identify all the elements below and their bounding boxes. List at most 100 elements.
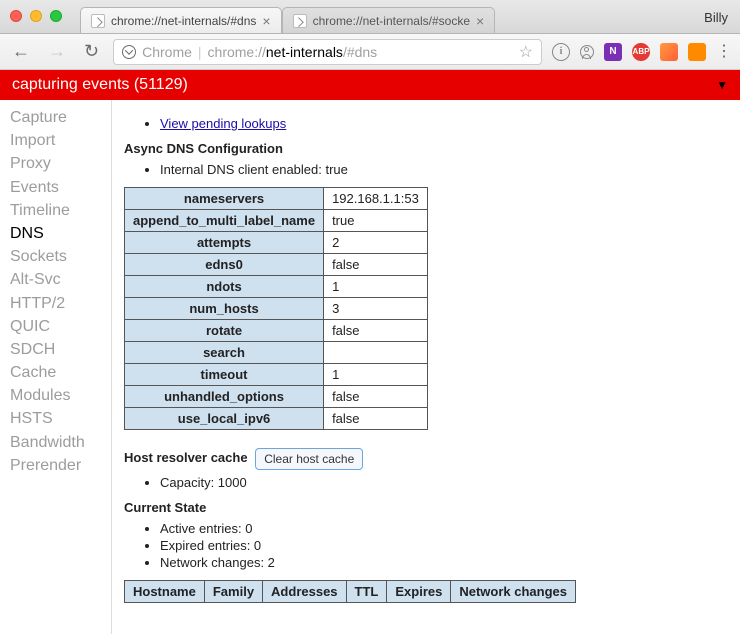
state-column-header: Hostname (125, 581, 205, 603)
main-area: CaptureImportProxyEventsTimelineDNSSocke… (0, 100, 740, 634)
window-close-button[interactable] (10, 10, 22, 22)
sidebar-item-bandwidth[interactable]: Bandwidth (10, 431, 111, 454)
browser-tab[interactable]: chrome://net-internals/#socke× (282, 7, 496, 33)
tab-favicon (91, 14, 105, 28)
tab-strip: chrome://net-internals/#dns×chrome://net… (0, 0, 740, 34)
state-column-header: Addresses (263, 581, 346, 603)
sidebar-item-sockets[interactable]: Sockets (10, 245, 111, 268)
reload-button[interactable]: ↻ (80, 39, 103, 64)
config-row: attempts2 (125, 232, 428, 254)
info-icon[interactable]: i (552, 43, 570, 61)
config-row: nameservers192.168.1.1:53 (125, 188, 428, 210)
sidebar-item-hsts[interactable]: HSTS (10, 407, 111, 430)
sidebar-item-sdch[interactable]: SDCH (10, 338, 111, 361)
config-key: ndots (125, 276, 324, 298)
sidebar-item-capture[interactable]: Capture (10, 106, 111, 129)
url-part-grey: chrome:// (208, 44, 266, 60)
config-value: 3 (324, 298, 428, 320)
config-value: false (324, 408, 428, 430)
config-key: nameservers (125, 188, 324, 210)
tab-title: chrome://net-internals/#dns (111, 14, 256, 28)
traffic-lights (10, 10, 62, 22)
extension-orange1-icon[interactable] (660, 43, 678, 61)
sidebar-item-cache[interactable]: Cache (10, 361, 111, 384)
url-part-path: /#dns (343, 44, 377, 60)
extension-icons: i N ABP ⋮ (552, 43, 732, 61)
address-bar[interactable]: Chrome | chrome://net-internals/#dns ☆ (113, 39, 542, 65)
sidebar-item-http-2[interactable]: HTTP/2 (10, 292, 111, 315)
config-value: false (324, 386, 428, 408)
sidebar: CaptureImportProxyEventsTimelineDNSSocke… (0, 100, 112, 634)
config-row: num_hosts3 (125, 298, 428, 320)
config-row: search (125, 342, 428, 364)
capture-banner[interactable]: capturing events (51129) ▼ (0, 70, 740, 100)
extension-orange2-icon[interactable] (688, 43, 706, 61)
back-button[interactable]: ← (8, 39, 34, 64)
clear-host-cache-button[interactable]: Clear host cache (255, 448, 363, 470)
state-column-header: Family (204, 581, 262, 603)
async-dns-heading: Async DNS Configuration (124, 141, 724, 156)
tab-favicon (293, 14, 307, 28)
window-minimize-button[interactable] (30, 10, 42, 22)
state-bullet: Active entries: 0 (160, 521, 724, 536)
forward-button[interactable]: → (44, 39, 70, 64)
sidebar-item-import[interactable]: Import (10, 129, 111, 152)
content-panel: View pending lookups Async DNS Configura… (112, 100, 740, 634)
url-scheme-label: Chrome (142, 44, 192, 60)
config-value: true (324, 210, 428, 232)
config-key: search (125, 342, 324, 364)
config-key: edns0 (125, 254, 324, 276)
config-row: use_local_ipv6false (125, 408, 428, 430)
config-key: unhandled_options (125, 386, 324, 408)
config-key: use_local_ipv6 (125, 408, 324, 430)
toolbar: ← → ↻ Chrome | chrome://net-internals/#d… (0, 34, 740, 70)
state-column-header: Network changes (451, 581, 576, 603)
tab-close-icon[interactable]: × (470, 16, 484, 26)
profile-name[interactable]: Billy (704, 10, 728, 25)
sidebar-item-modules[interactable]: Modules (10, 384, 111, 407)
capacity-line: Capacity: 1000 (160, 475, 724, 490)
site-info-icon[interactable] (122, 45, 136, 59)
current-state-table: HostnameFamilyAddressesTTLExpiresNetwork… (124, 580, 576, 603)
sidebar-item-dns[interactable]: DNS (10, 222, 111, 245)
capture-banner-text: capturing events (51129) (12, 76, 188, 94)
sidebar-item-events[interactable]: Events (10, 176, 111, 199)
config-row: append_to_multi_label_nametrue (125, 210, 428, 232)
config-value: 1 (324, 364, 428, 386)
config-key: append_to_multi_label_name (125, 210, 324, 232)
state-column-header: TTL (346, 581, 387, 603)
state-bullet: Network changes: 2 (160, 555, 724, 570)
config-key: rotate (125, 320, 324, 342)
extension-abp-icon[interactable]: ABP (632, 43, 650, 61)
extension-onenote-icon[interactable]: N (604, 43, 622, 61)
config-value (324, 342, 428, 364)
view-pending-lookups-link[interactable]: View pending lookups (160, 116, 286, 131)
config-value: 192.168.1.1:53 (324, 188, 428, 210)
config-row: unhandled_optionsfalse (125, 386, 428, 408)
sidebar-item-quic[interactable]: QUIC (10, 315, 111, 338)
config-row: rotatefalse (125, 320, 428, 342)
internal-dns-line: Internal DNS client enabled: true (160, 162, 724, 177)
browser-menu-icon[interactable]: ⋮ (716, 49, 732, 55)
profile-icon[interactable] (580, 45, 594, 59)
browser-tab[interactable]: chrome://net-internals/#dns× (80, 7, 282, 33)
config-row: ndots1 (125, 276, 428, 298)
config-row: timeout1 (125, 364, 428, 386)
config-value: 1 (324, 276, 428, 298)
state-bullet: Expired entries: 0 (160, 538, 724, 553)
banner-dropdown-icon[interactable]: ▼ (716, 78, 728, 92)
config-key: num_hosts (125, 298, 324, 320)
sidebar-item-timeline[interactable]: Timeline (10, 199, 111, 222)
tab-close-icon[interactable]: × (256, 16, 270, 26)
resolver-cache-heading: Host resolver cache (124, 450, 248, 465)
window-zoom-button[interactable] (50, 10, 62, 22)
sidebar-item-prerender[interactable]: Prerender (10, 454, 111, 477)
sidebar-item-alt-svc[interactable]: Alt-Svc (10, 268, 111, 291)
sidebar-item-proxy[interactable]: Proxy (10, 152, 111, 175)
config-value: false (324, 320, 428, 342)
config-value: false (324, 254, 428, 276)
bookmark-star-icon[interactable]: ☆ (519, 42, 533, 62)
tab-title: chrome://net-internals/#socke (313, 14, 470, 28)
config-row: edns0false (125, 254, 428, 276)
dns-config-table: nameservers192.168.1.1:53append_to_multi… (124, 187, 428, 430)
